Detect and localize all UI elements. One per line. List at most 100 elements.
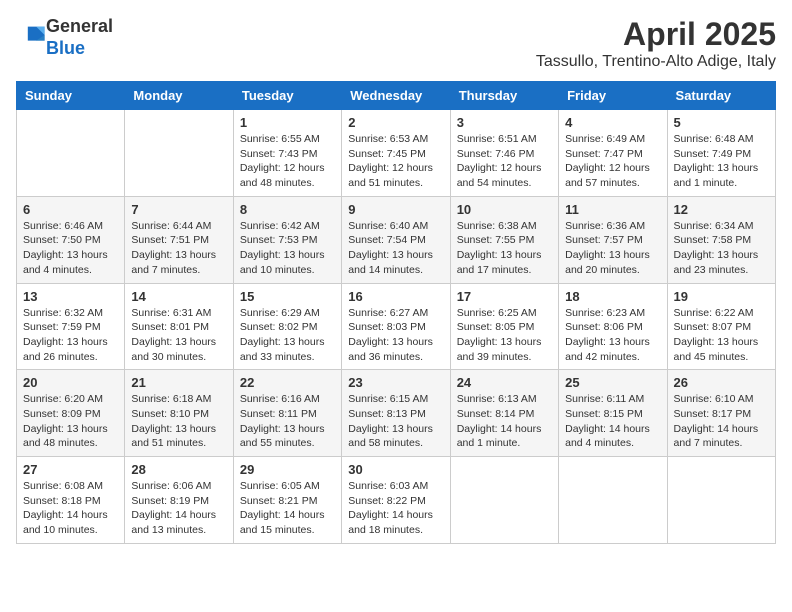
day-number: 19: [674, 289, 769, 304]
weekday-header-sunday: Sunday: [17, 82, 125, 110]
day-info: Sunrise: 6:53 AMSunset: 7:45 PMDaylight:…: [348, 132, 443, 191]
day-number: 28: [131, 462, 226, 477]
day-info: Sunrise: 6:06 AMSunset: 8:19 PMDaylight:…: [131, 479, 226, 538]
day-info: Sunrise: 6:51 AMSunset: 7:46 PMDaylight:…: [457, 132, 552, 191]
calendar-cell: 15 Sunrise: 6:29 AMSunset: 8:02 PMDayligh…: [233, 283, 341, 370]
location-title: Tassullo, Trentino-Alto Adige, Italy: [536, 53, 776, 71]
calendar-cell: 11 Sunrise: 6:36 AMSunset: 7:57 PMDayligh…: [559, 196, 667, 283]
calendar-cell: 29Sunrise: 6:05 AMSunset: 8:21 PMDayligh…: [233, 457, 341, 544]
calendar-cell: 2 Sunrise: 6:53 AMSunset: 7:45 PMDaylight…: [342, 110, 450, 197]
day-number: 27: [23, 462, 118, 477]
calendar-cell: 12 Sunrise: 6:34 AMSunset: 7:58 PMDayligh…: [667, 196, 775, 283]
weekday-header-thursday: Thursday: [450, 82, 558, 110]
calendar-cell: [125, 110, 233, 197]
day-number: 12: [674, 202, 769, 217]
calendar-cell: 22Sunrise: 6:16 AMSunset: 8:11 PMDayligh…: [233, 370, 341, 457]
month-title: April 2025: [536, 16, 776, 53]
calendar-cell: 27 Sunrise: 6:08 AMSunset: 8:18 PMDayligh…: [17, 457, 125, 544]
calendar-week-row: 6 Sunrise: 6:46 AMSunset: 7:50 PMDaylight…: [17, 196, 776, 283]
calendar-week-row: 1 Sunrise: 6:55 AMSunset: 7:43 PMDaylight…: [17, 110, 776, 197]
day-info: Sunrise: 6:31 AMSunset: 8:01 PMDaylight:…: [131, 306, 226, 365]
calendar-cell: 1 Sunrise: 6:55 AMSunset: 7:43 PMDaylight…: [233, 110, 341, 197]
calendar-cell: 23 Sunrise: 6:15 AMSunset: 8:13 PMDayligh…: [342, 370, 450, 457]
day-info: Sunrise: 6:25 AMSunset: 8:05 PMDaylight:…: [457, 306, 552, 365]
weekday-header-monday: Monday: [125, 82, 233, 110]
day-number: 3: [457, 115, 552, 130]
day-info: Sunrise: 6:15 AMSunset: 8:13 PMDaylight:…: [348, 392, 443, 451]
day-info: Sunrise: 6:34 AMSunset: 7:58 PMDaylight:…: [674, 219, 769, 278]
day-number: 30: [348, 462, 443, 477]
day-number: 13: [23, 289, 118, 304]
calendar-cell: 6 Sunrise: 6:46 AMSunset: 7:50 PMDaylight…: [17, 196, 125, 283]
day-number: 4: [565, 115, 660, 130]
day-number: 25: [565, 375, 660, 390]
calendar-cell: 4 Sunrise: 6:49 AMSunset: 7:47 PMDaylight…: [559, 110, 667, 197]
calendar-cell: 19 Sunrise: 6:22 AMSunset: 8:07 PMDayligh…: [667, 283, 775, 370]
day-number: 20: [23, 375, 118, 390]
day-number: 26: [674, 375, 769, 390]
day-number: 10: [457, 202, 552, 217]
day-number: 18: [565, 289, 660, 304]
day-info: Sunrise: 6:03 AMSunset: 8:22 PMDaylight:…: [348, 479, 443, 538]
day-info: Sunrise: 6:27 AMSunset: 8:03 PMDaylight:…: [348, 306, 443, 365]
day-info: Sunrise: 6:40 AMSunset: 7:54 PMDaylight:…: [348, 219, 443, 278]
calendar-cell: [559, 457, 667, 544]
calendar-cell: 14Sunrise: 6:31 AMSunset: 8:01 PMDayligh…: [125, 283, 233, 370]
calendar-cell: [450, 457, 558, 544]
calendar-cell: 7Sunrise: 6:44 AMSunset: 7:51 PMDaylight…: [125, 196, 233, 283]
calendar-cell: 25Sunrise: 6:11 AMSunset: 8:15 PMDayligh…: [559, 370, 667, 457]
day-info: Sunrise: 6:08 AMSunset: 8:18 PMDaylight:…: [23, 479, 118, 538]
calendar-cell: 5 Sunrise: 6:48 AMSunset: 7:49 PMDaylight…: [667, 110, 775, 197]
calendar-cell: 17Sunrise: 6:25 AMSunset: 8:05 PMDayligh…: [450, 283, 558, 370]
day-info: Sunrise: 6:48 AMSunset: 7:49 PMDaylight:…: [674, 132, 769, 191]
calendar-cell: 13Sunrise: 6:32 AMSunset: 7:59 PMDayligh…: [17, 283, 125, 370]
calendar-cell: 8 Sunrise: 6:42 AMSunset: 7:53 PMDaylight…: [233, 196, 341, 283]
day-info: Sunrise: 6:42 AMSunset: 7:53 PMDaylight:…: [240, 219, 335, 278]
day-number: 11: [565, 202, 660, 217]
calendar-cell: [667, 457, 775, 544]
calendar-cell: [17, 110, 125, 197]
calendar-cell: 3 Sunrise: 6:51 AMSunset: 7:46 PMDaylight…: [450, 110, 558, 197]
day-number: 6: [23, 202, 118, 217]
logo: General Blue: [16, 16, 113, 59]
calendar-week-row: 27 Sunrise: 6:08 AMSunset: 8:18 PMDayligh…: [17, 457, 776, 544]
day-info: Sunrise: 6:13 AMSunset: 8:14 PMDaylight:…: [457, 392, 552, 451]
calendar-cell: 9 Sunrise: 6:40 AMSunset: 7:54 PMDaylight…: [342, 196, 450, 283]
calendar-cell: 10Sunrise: 6:38 AMSunset: 7:55 PMDayligh…: [450, 196, 558, 283]
calendar-cell: 18 Sunrise: 6:23 AMSunset: 8:06 PMDayligh…: [559, 283, 667, 370]
day-number: 23: [348, 375, 443, 390]
day-info: Sunrise: 6:22 AMSunset: 8:07 PMDaylight:…: [674, 306, 769, 365]
day-number: 8: [240, 202, 335, 217]
day-number: 24: [457, 375, 552, 390]
weekday-header-tuesday: Tuesday: [233, 82, 341, 110]
weekday-header-saturday: Saturday: [667, 82, 775, 110]
calendar-week-row: 20 Sunrise: 6:20 AMSunset: 8:09 PMDayligh…: [17, 370, 776, 457]
calendar-cell: 30 Sunrise: 6:03 AMSunset: 8:22 PMDayligh…: [342, 457, 450, 544]
logo-blue-text: Blue: [46, 38, 85, 58]
day-number: 22: [240, 375, 335, 390]
calendar-cell: 24 Sunrise: 6:13 AMSunset: 8:14 PMDayligh…: [450, 370, 558, 457]
day-number: 1: [240, 115, 335, 130]
day-info: Sunrise: 6:46 AMSunset: 7:50 PMDaylight:…: [23, 219, 118, 278]
title-block: April 2025 Tassullo, Trentino-Alto Adige…: [536, 16, 776, 71]
calendar-cell: 26 Sunrise: 6:10 AMSunset: 8:17 PMDayligh…: [667, 370, 775, 457]
weekday-header-row: SundayMondayTuesdayWednesdayThursdayFrid…: [17, 82, 776, 110]
calendar-cell: 28 Sunrise: 6:06 AMSunset: 8:19 PMDayligh…: [125, 457, 233, 544]
day-number: 2: [348, 115, 443, 130]
day-info: Sunrise: 6:55 AMSunset: 7:43 PMDaylight:…: [240, 132, 335, 191]
day-info: Sunrise: 6:20 AMSunset: 8:09 PMDaylight:…: [23, 392, 118, 451]
day-info: Sunrise: 6:10 AMSunset: 8:17 PMDaylight:…: [674, 392, 769, 451]
day-info: Sunrise: 6:23 AMSunset: 8:06 PMDaylight:…: [565, 306, 660, 365]
page-header: General Blue April 2025 Tassullo, Trenti…: [16, 16, 776, 71]
day-number: 29: [240, 462, 335, 477]
day-info: Sunrise: 6:29 AMSunset: 8:02 PMDaylight:…: [240, 306, 335, 365]
day-number: 16: [348, 289, 443, 304]
weekday-header-wednesday: Wednesday: [342, 82, 450, 110]
weekday-header-friday: Friday: [559, 82, 667, 110]
day-number: 5: [674, 115, 769, 130]
day-number: 9: [348, 202, 443, 217]
day-info: Sunrise: 6:49 AMSunset: 7:47 PMDaylight:…: [565, 132, 660, 191]
day-number: 21: [131, 375, 226, 390]
day-number: 15: [240, 289, 335, 304]
day-info: Sunrise: 6:36 AMSunset: 7:57 PMDaylight:…: [565, 219, 660, 278]
